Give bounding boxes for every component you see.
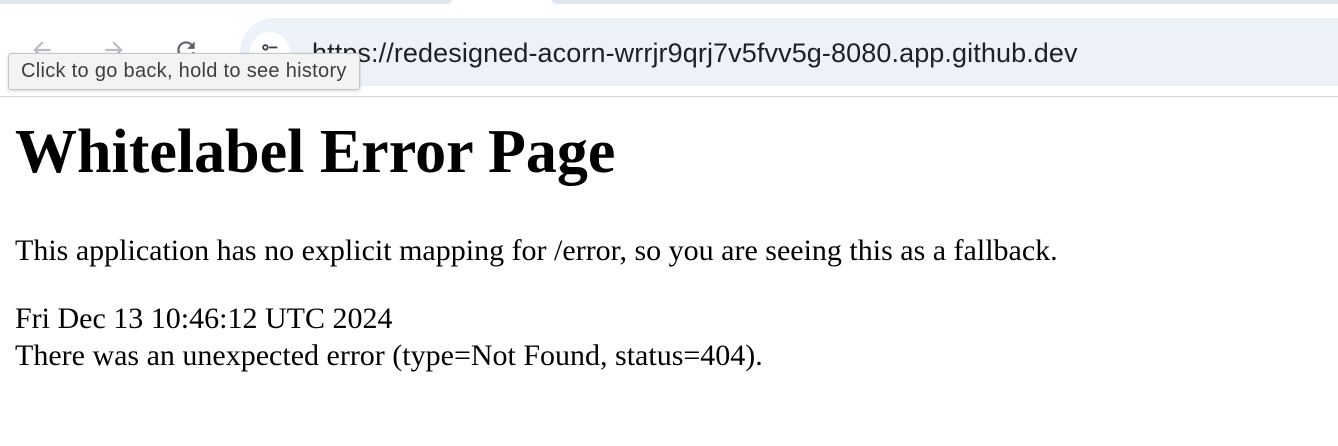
error-timestamp: Fri Dec 13 10:46:12 UTC 2024 <box>15 302 393 335</box>
address-bar[interactable]: https://redesigned-acorn-wrrjr9qrj7v5fvv… <box>240 18 1338 86</box>
page-content: Whitelabel Error Page This application h… <box>0 97 1338 446</box>
fallback-message: This application has no explicit mapping… <box>15 234 1058 267</box>
error-detail: There was an unexpected error (type=Not … <box>15 339 763 372</box>
url-text[interactable]: https://redesigned-acorn-wrrjr9qrj7v5fvv… <box>312 37 1078 69</box>
back-button-tooltip: Click to go back, hold to see history <box>8 53 360 90</box>
page-title: Whitelabel Error Page <box>15 118 616 186</box>
